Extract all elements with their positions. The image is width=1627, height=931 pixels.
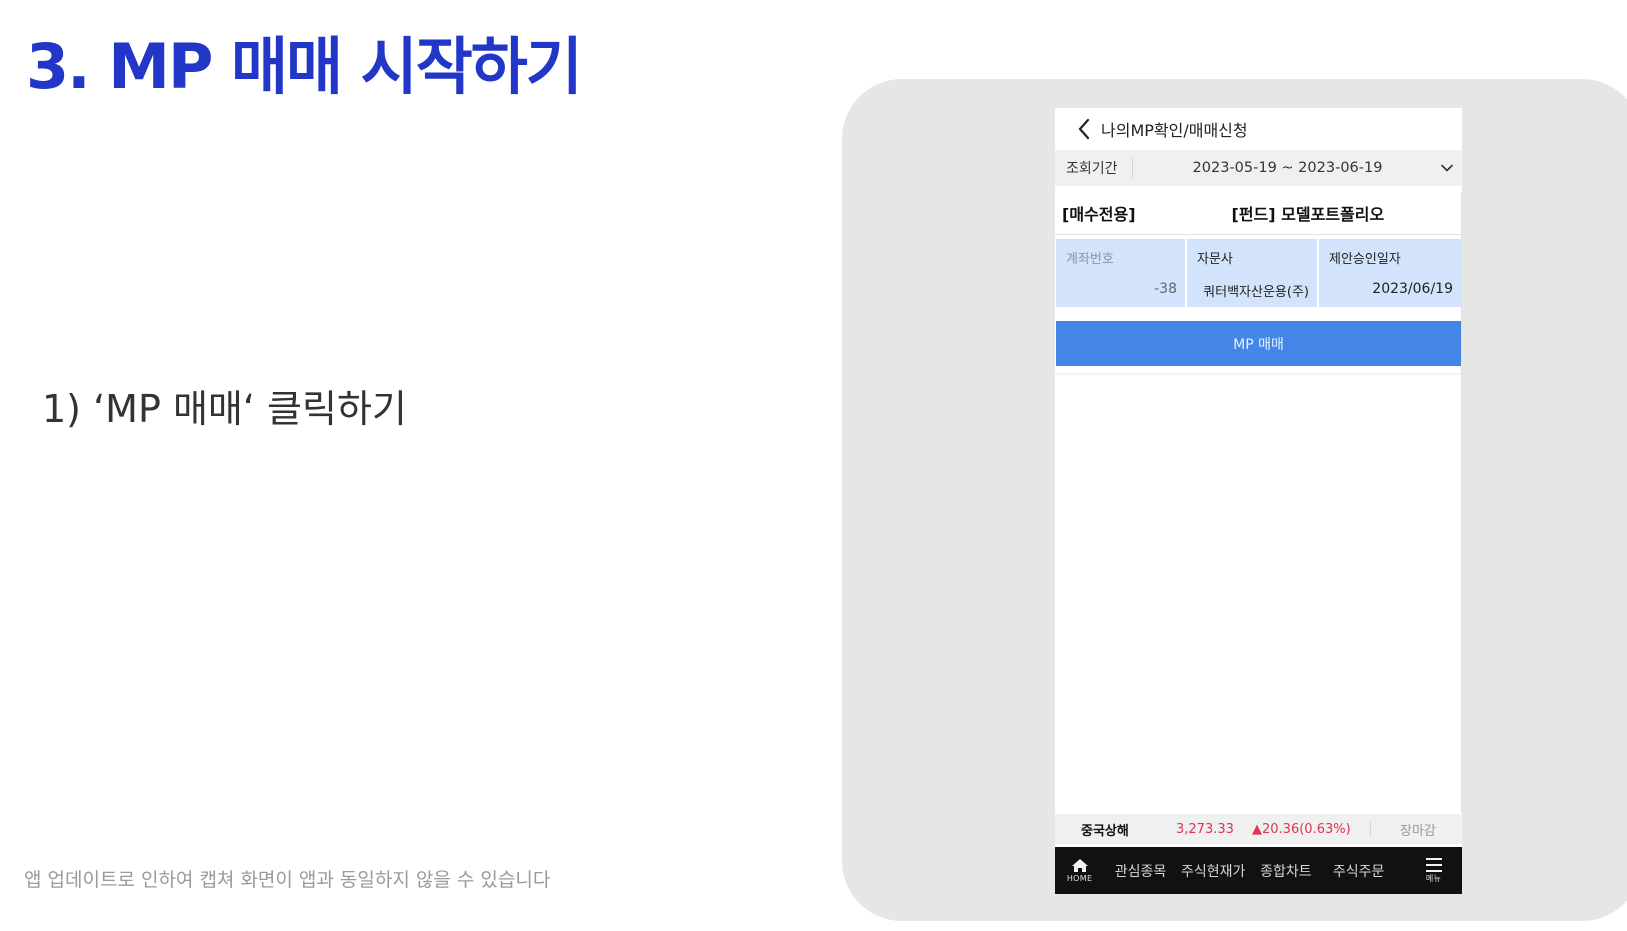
account-value: -38 [1154,281,1177,297]
advisor-cell: 자문사 쿼터백자산운용(주) [1187,239,1319,307]
advisor-value: 쿼터백자산운용(주) [1203,285,1309,300]
fund-name: [펀드] 모델포트폴리오 [1231,205,1385,224]
advisor-label: 자문사 [1197,252,1233,267]
nav-item-watchlist[interactable]: 관심종목 [1104,861,1177,881]
ticker-change: ▲20.36(0.63%) [1252,821,1371,837]
period-value[interactable]: 2023-05-19 ~ 2023-06-19 [1133,160,1432,176]
nav-home-label: HOME [1066,874,1093,883]
approval-date-value: 2023/06/19 [1372,281,1453,297]
ticker-status: 장마감 [1400,823,1436,839]
account-cell: 계좌번호 -38 [1056,239,1187,307]
nav-menu-label: 메뉴 [1425,873,1442,883]
menu-icon [1425,857,1442,872]
footnote: 앱 업데이트로 인하여 캡쳐 화면이 앱과 동일하지 않을 수 있습니다 [24,869,551,891]
step-instruction: 1) ‘MP 매매‘ 클릭하기 [42,387,407,431]
slide-title: 3. MP 매매 시작하기 [26,30,583,103]
app-title: 나의MP확인/매매신청 [1101,121,1248,140]
account-label: 계좌번호 [1066,252,1114,267]
content-edge [1461,192,1462,812]
approval-date-cell: 제안승인일자 2023/06/19 [1319,239,1461,307]
bottom-nav: HOME 관심종목 주식현재가 종합차트 주식주문 메뉴 [1055,847,1462,894]
nav-menu[interactable]: 메뉴 [1405,847,1462,894]
period-label: 조회기간 [1066,158,1133,178]
fund-info-grid: 계좌번호 -38 자문사 쿼터백자산운용(주) 제안승인일자 2023/06/1… [1056,239,1461,307]
app-header: 나의MP확인/매매신청 [1055,108,1462,150]
nav-item-stock-price[interactable]: 주식현재가 [1177,861,1250,881]
phone-screen: 나의MP확인/매매신청 조회기간 2023-05-19 ~ 2023-06-19… [1055,108,1462,894]
period-selector[interactable]: 조회기간 2023-05-19 ~ 2023-06-19 [1055,150,1462,186]
nav-item-chart[interactable]: 종합차트 [1250,861,1323,881]
back-chevron-icon[interactable] [1067,108,1101,150]
ticker-price: 3,273.33 [1176,821,1234,837]
market-ticker[interactable]: 중국상해 3,273.33 ▲20.36(0.63%) 장마감 [1055,814,1462,844]
chevron-down-icon[interactable] [1432,164,1462,172]
home-icon [1071,859,1088,872]
nav-item-order[interactable]: 주식주문 [1322,861,1395,881]
fund-row: [매수전용] [펀드] 모델포트폴리오 [1055,192,1462,235]
divider [1055,373,1462,375]
mp-trade-button[interactable]: MP 매매 [1056,321,1461,366]
fund-tag: [매수전용] [1062,205,1136,224]
nav-home[interactable]: HOME [1055,847,1104,894]
approval-date-label: 제안승인일자 [1329,252,1401,267]
ticker-name: 중국상해 [1081,823,1129,839]
